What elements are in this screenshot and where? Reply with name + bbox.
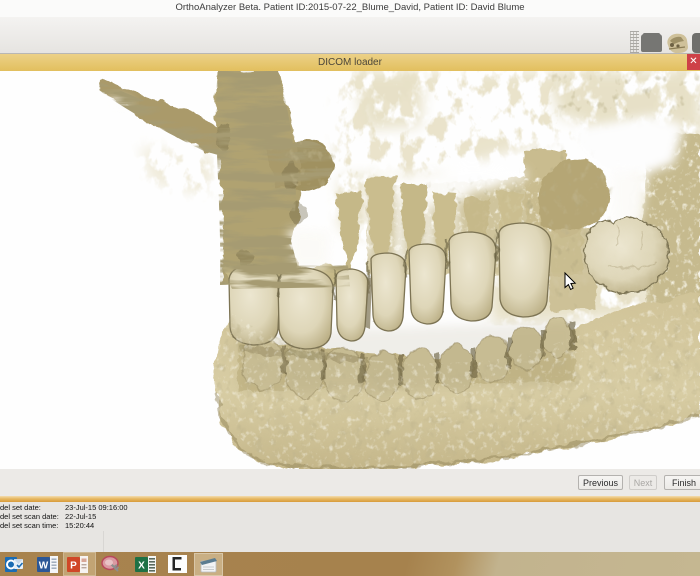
svg-text:X: X — [138, 561, 145, 572]
svg-text:P: P — [70, 561, 77, 572]
svg-text:W: W — [39, 561, 49, 572]
